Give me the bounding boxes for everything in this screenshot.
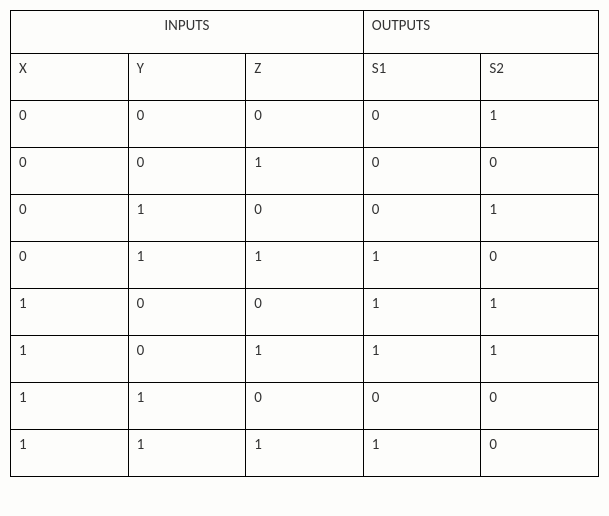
- table-row: 0 1 1 1 0: [11, 242, 599, 289]
- cell: 0: [11, 148, 129, 195]
- cell: 0: [11, 242, 129, 289]
- cell: 1: [363, 336, 481, 383]
- table-row: 1 0 1 1 1: [11, 336, 599, 383]
- table-row: 0 0 1 0 0: [11, 148, 599, 195]
- truth-table: INPUTS OUTPUTS X Y Z S1 S2 0 0 0 0 1 0 0…: [10, 10, 599, 477]
- cell: 0: [128, 336, 246, 383]
- cell: 0: [481, 242, 599, 289]
- column-header-s2: S2: [481, 54, 599, 101]
- group-header-row: INPUTS OUTPUTS: [11, 11, 599, 54]
- inputs-group-header: INPUTS: [11, 11, 364, 54]
- outputs-group-header: OUTPUTS: [363, 11, 598, 54]
- table-row: 0 1 0 0 1: [11, 195, 599, 242]
- cell: 1: [11, 336, 129, 383]
- cell: 0: [363, 148, 481, 195]
- table-row: 1 1 1 1 0: [11, 430, 599, 477]
- cell: 0: [481, 383, 599, 430]
- cell: 1: [11, 430, 129, 477]
- cell: 0: [481, 430, 599, 477]
- cell: 1: [128, 430, 246, 477]
- cell: 1: [481, 195, 599, 242]
- cell: 1: [246, 336, 364, 383]
- column-header-s1: S1: [363, 54, 481, 101]
- cell: 1: [481, 289, 599, 336]
- cell: 0: [11, 195, 129, 242]
- cell: 0: [246, 101, 364, 148]
- column-header-x: X: [11, 54, 129, 101]
- cell: 0: [363, 195, 481, 242]
- table-row: 1 0 0 1 1: [11, 289, 599, 336]
- cell: 0: [128, 101, 246, 148]
- cell: 1: [481, 101, 599, 148]
- cell: 1: [11, 383, 129, 430]
- table-row: 0 0 0 0 1: [11, 101, 599, 148]
- column-header-y: Y: [128, 54, 246, 101]
- cell: 1: [246, 148, 364, 195]
- cell: 0: [246, 383, 364, 430]
- cell: 0: [11, 101, 129, 148]
- cell: 1: [11, 289, 129, 336]
- column-header-row: X Y Z S1 S2: [11, 54, 599, 101]
- cell: 1: [246, 242, 364, 289]
- table-row: 1 1 0 0 0: [11, 383, 599, 430]
- cell: 0: [128, 289, 246, 336]
- cell: 0: [481, 148, 599, 195]
- cell: 1: [128, 383, 246, 430]
- cell: 1: [246, 430, 364, 477]
- cell: 1: [128, 242, 246, 289]
- cell: 1: [363, 289, 481, 336]
- cell: 0: [246, 289, 364, 336]
- cell: 0: [363, 101, 481, 148]
- cell: 0: [363, 383, 481, 430]
- cell: 1: [481, 336, 599, 383]
- cell: 1: [128, 195, 246, 242]
- cell: 0: [246, 195, 364, 242]
- cell: 1: [363, 242, 481, 289]
- cell: 0: [128, 148, 246, 195]
- column-header-z: Z: [246, 54, 364, 101]
- cell: 1: [363, 430, 481, 477]
